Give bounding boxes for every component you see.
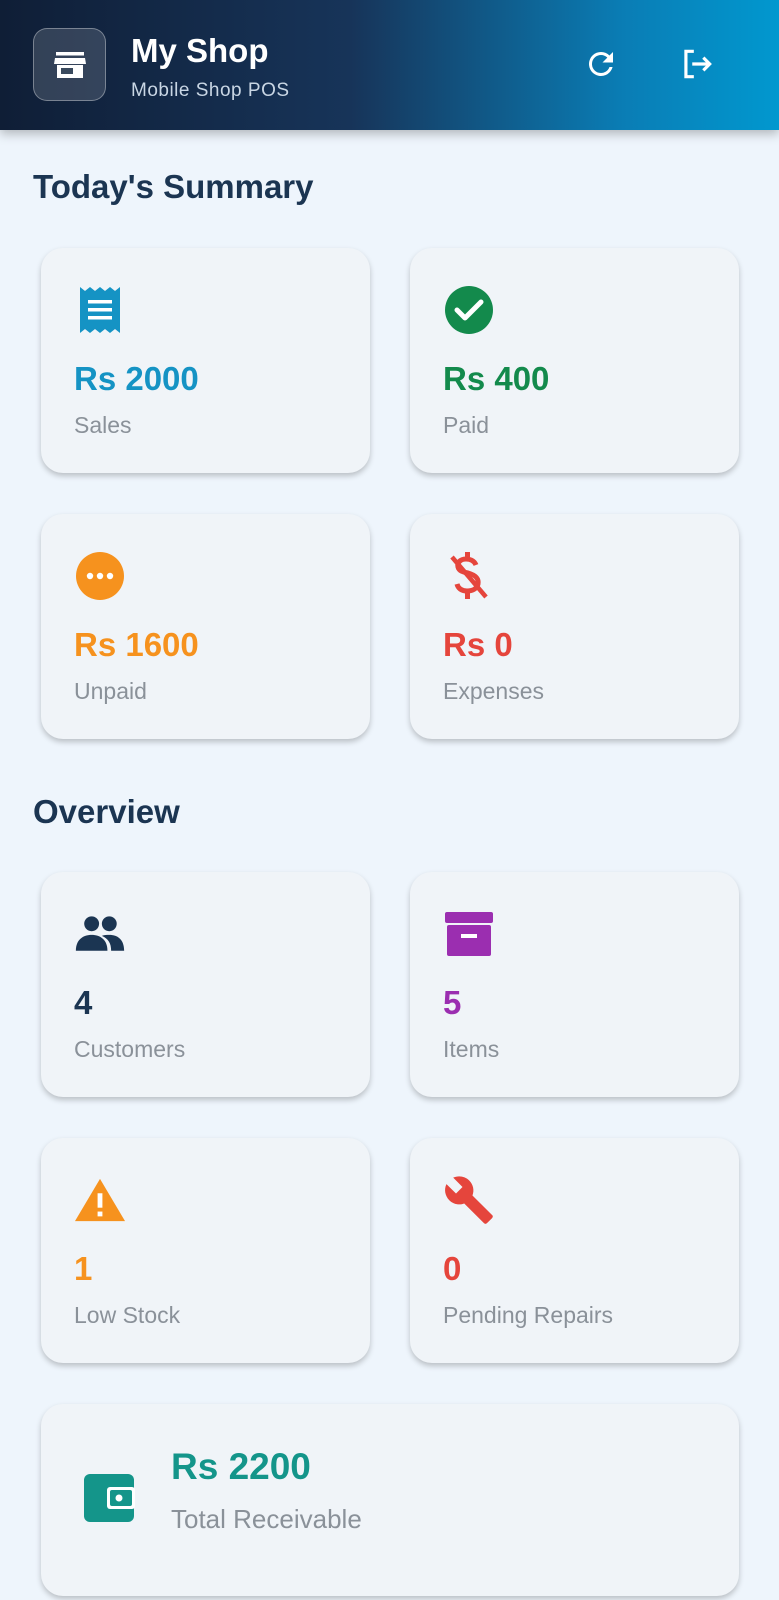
pending-repairs-card[interactable]: 0 Pending Repairs: [410, 1138, 739, 1363]
unpaid-value: Rs 1600: [74, 626, 199, 663]
inventory-box-icon: [443, 908, 495, 960]
expenses-value: Rs 0: [443, 626, 513, 663]
wallet-icon: [79, 1468, 139, 1528]
check-circle-icon: [443, 284, 495, 336]
unpaid-card[interactable]: Rs 1600 Unpaid: [41, 514, 370, 739]
money-off-icon: [443, 550, 495, 602]
app-header: My Shop Mobile Shop POS: [0, 0, 779, 130]
wrench-icon: [443, 1174, 495, 1226]
total-receivable-label: Total Receivable: [171, 1504, 362, 1534]
low-stock-card[interactable]: 1 Low Stock: [41, 1138, 370, 1363]
logout-icon: [684, 49, 712, 79]
refresh-icon: [588, 51, 613, 76]
paid-value: Rs 400: [443, 360, 550, 397]
warning-icon: [74, 1174, 126, 1226]
items-label: Items: [443, 1036, 500, 1062]
low-stock-value: 1: [74, 1250, 93, 1287]
pending-repairs-value: 0: [443, 1250, 462, 1287]
pending-repairs-label: Pending Repairs: [443, 1302, 614, 1328]
logout-button[interactable]: [673, 40, 721, 88]
app-title: My Shop: [131, 32, 269, 69]
customers-card[interactable]: 4 Customers: [41, 872, 370, 1097]
sales-card[interactable]: Rs 2000 Sales: [41, 248, 370, 473]
customers-value: 4: [74, 984, 93, 1021]
people-icon: [74, 908, 126, 960]
receipt-icon: [74, 284, 126, 336]
customers-label: Customers: [74, 1036, 186, 1062]
refresh-button[interactable]: [577, 40, 625, 88]
app-root: My Shop Mobile Shop POS Today's Summary: [0, 0, 779, 1600]
paid-label: Paid: [443, 412, 490, 438]
overview-section-title: Overview: [33, 793, 180, 830]
items-value: 5: [443, 984, 462, 1021]
sales-value: Rs 2000: [74, 360, 199, 397]
total-receivable-card[interactable]: Rs 2200 Total Receivable: [41, 1404, 739, 1596]
paid-card[interactable]: Rs 400 Paid: [410, 248, 739, 473]
expenses-card[interactable]: Rs 0 Expenses: [410, 514, 739, 739]
sales-label: Sales: [74, 412, 132, 438]
low-stock-label: Low Stock: [74, 1302, 181, 1328]
summary-section-title: Today's Summary: [33, 168, 314, 205]
storefront-icon: [33, 28, 106, 101]
expenses-label: Expenses: [443, 678, 545, 704]
more-circle-icon: [74, 550, 126, 602]
app-subtitle: Mobile Shop POS: [131, 80, 290, 101]
unpaid-label: Unpaid: [74, 678, 147, 704]
items-card[interactable]: 5 Items: [410, 872, 739, 1097]
total-receivable-value: Rs 2200: [171, 1446, 311, 1487]
